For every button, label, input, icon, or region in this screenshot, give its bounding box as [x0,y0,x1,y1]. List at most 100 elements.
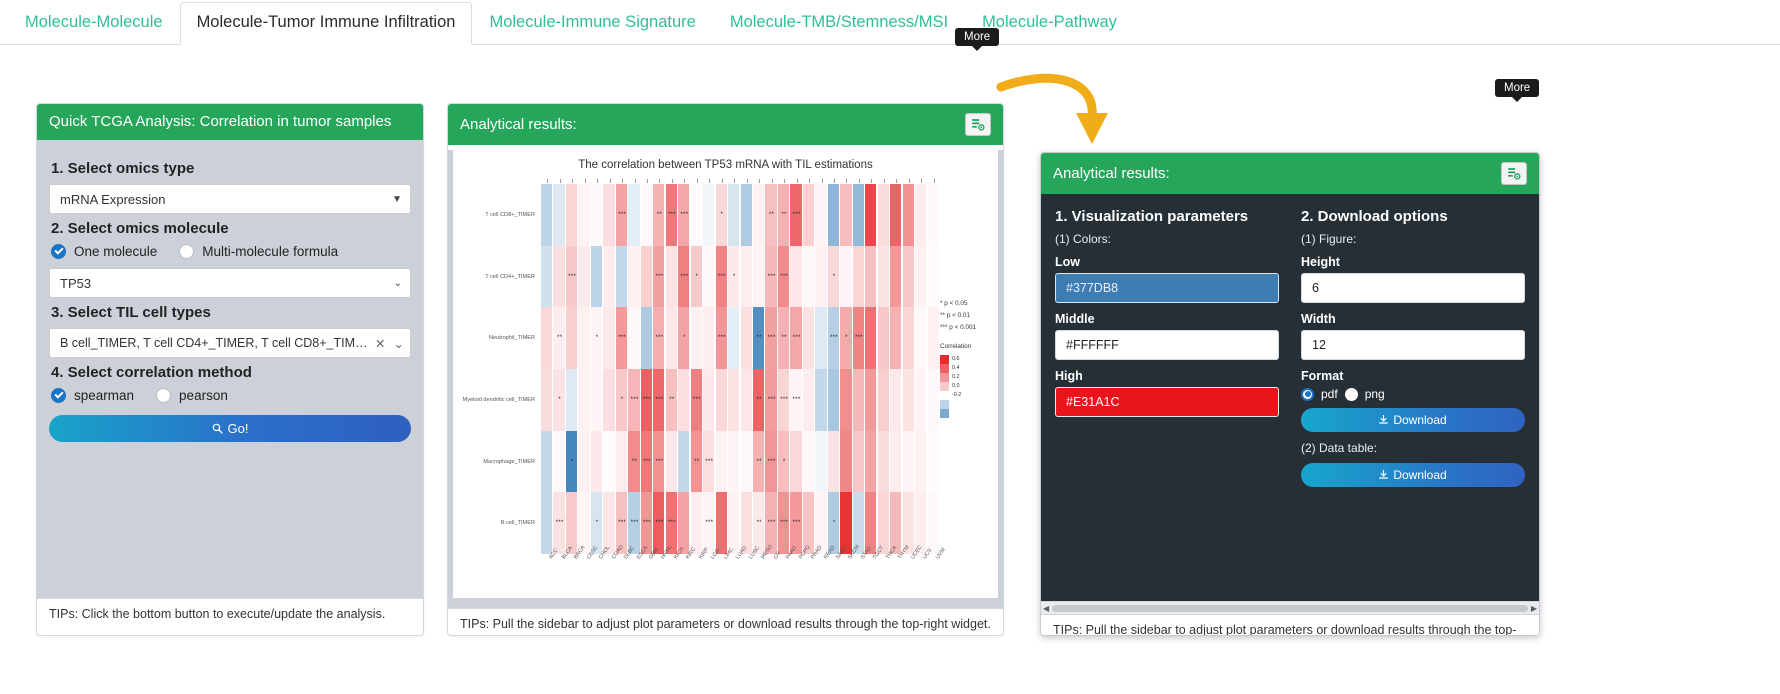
heatmap-cell [690,492,702,554]
radio-spearman[interactable] [51,388,66,403]
gear-sliders-icon [1507,168,1521,180]
tab-molecule-tmb-stemness-msi[interactable]: Molecule-TMB/Stemness/MSI [713,2,965,44]
mid-panel-widget-button[interactable] [965,113,991,136]
tab-molecule-immune-signature[interactable]: Molecule-Immune Signature [472,2,712,44]
heatmap-cell [640,245,653,308]
heatmap-cell [927,430,939,493]
til-cell-types-value: B cell_TIMER, T cell CD4+_TIMER, T cell … [60,336,370,350]
heatmap-row-label: Neutrophil_TIMER [488,335,535,342]
significance-marker: *** [568,273,577,280]
search-icon [212,423,223,434]
times-icon[interactable]: ✕ [375,336,385,351]
right-panel-body: 1. Visualization parameters (1) Colors: … [1041,194,1539,614]
middle-color-input[interactable]: #FFFFFF [1055,330,1279,360]
go-button[interactable]: Go! [49,415,411,442]
sig-legend-2: ** p < 0.01 [940,312,971,320]
significance-marker: *** [643,458,651,465]
significance-marker: *** [792,335,801,342]
heatmap-cell [865,184,877,246]
horizontal-scrollbar[interactable]: ◀ ▶ [1041,601,1539,614]
heatmap-cell [827,369,840,431]
high-color-input[interactable]: #E31A1C [1055,387,1279,417]
omics-type-select[interactable]: mRNA Expression ▼ [49,184,411,214]
heatmap-x-tick [684,179,686,183]
download-table-button[interactable]: Download [1301,463,1525,487]
molecule-select[interactable]: TP53 ⌄ [49,268,411,298]
heatmap-x-tick [559,179,561,183]
heatmap-x-tick [584,179,586,183]
significance-marker: *** [643,520,651,527]
heatmap-x-tick [634,179,636,183]
heatmap-cell [827,184,840,246]
heatmap-cell [578,369,590,431]
heatmap-row-label: B cell_TIMER [500,520,535,527]
radio-one-molecule[interactable] [51,244,66,259]
significance-marker: *** [792,211,801,218]
radio-multi-molecule-formula[interactable] [179,244,195,259]
heatmap-cell [802,369,815,431]
tab-molecule-tumor-immune-infiltration[interactable]: Molecule-Tumor Immune Infiltration [179,2,473,45]
heatmap-cell [877,307,889,369]
significance-marker: *** [855,335,863,342]
heatmap-cell [541,492,553,554]
significance-marker: *** [767,458,776,465]
radio-format-png[interactable] [1344,387,1358,401]
low-color-input[interactable]: #377DB8 [1055,273,1279,303]
heatmap-cell [541,369,553,431]
heatmap-cell [927,369,939,431]
heatmap-x-tick [622,179,624,183]
heatmap-x-tick [759,179,761,183]
significance-marker: *** [655,396,664,403]
heatmap-cell [815,369,827,431]
heatmap-x-tick [646,179,648,183]
omics-type-label: 1. Select omics type [51,160,195,177]
tab-molecule-molecule[interactable]: Molecule-Molecule [8,2,180,44]
significance-marker: * [832,520,836,527]
right-panel-footer: TIPs: Pull the sidebar to adjust plot pa… [1041,614,1539,635]
significance-marker: *** [680,211,689,218]
heatmap-cell [628,184,640,246]
gear-sliders-icon [971,119,985,131]
radio-format-png-label: png [1364,387,1385,401]
left-panel-title: Quick TCGA Analysis: Correlation in tumo… [49,113,392,130]
radio-pearson-label: pearson [179,388,228,403]
colorbar-tick-label: 0.4 [952,364,960,371]
datatable-subheading: (2) Data table: [1301,441,1378,455]
colorbar-tick-label: 0.0 [952,382,960,389]
colorbar-ticks: 0.6 0.4 0.2 0.0 -0.2 [952,355,961,400]
width-input[interactable]: 12 [1301,330,1525,360]
significance-marker: *** [780,520,789,527]
til-cell-types-select[interactable]: B cell_TIMER, T cell CD4+_TIMER, T cell … [49,328,411,358]
significance-marker: *** [705,520,714,527]
right-panel-widget-button[interactable] [1501,162,1527,185]
significance-marker: * [595,520,599,527]
heatmap-cell [902,245,914,308]
heatmap-cell [865,492,877,554]
high-color-label: High [1055,369,1083,383]
scroll-left-arrow-icon[interactable]: ◀ [1043,604,1049,613]
right-panel-title: Analytical results: [1053,164,1170,182]
omics-molecule-label: 2. Select omics molecule [51,220,229,237]
radio-format-pdf[interactable] [1301,387,1314,401]
heatmap-cell [877,245,889,308]
heatmap-cell [852,184,864,246]
significance-marker: *** [630,396,639,403]
download-figure-button[interactable]: Download [1301,408,1525,432]
download-options-column: 2. Download options (1) Figure: Height 6… [1301,208,1525,614]
heatmap-x-tick [734,179,736,183]
significance-marker: *** [655,458,664,465]
heatmap-cell [840,184,852,246]
heatmap-cell [640,307,653,369]
height-input[interactable]: 6 [1301,273,1525,303]
radio-spearman-label: spearman [74,388,135,403]
significance-marker: *** [680,273,689,280]
middle-color-label: Middle [1055,312,1095,326]
left-panel-header: Quick TCGA Analysis: Correlation in tumo… [37,104,423,140]
correlation-method-label: 4. Select correlation method [51,364,252,381]
scroll-right-arrow-icon[interactable]: ▶ [1531,604,1537,613]
chevron-down-icon[interactable]: ⌄ [394,336,404,351]
radio-pearson[interactable] [156,388,172,403]
heatmap-cell [877,430,889,493]
heatmap-cell [603,184,615,246]
scrollbar-thumb[interactable] [1052,604,1528,612]
